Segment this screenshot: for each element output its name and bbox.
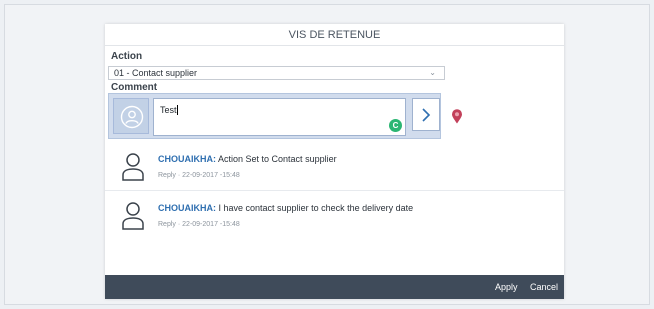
feed-timestamp: 22-09-2017 -15:48 — [182, 172, 240, 179]
comment-input-text: Test — [160, 105, 177, 115]
action-select-value: 01 - Contact supplier — [114, 68, 198, 78]
action-label: Action — [111, 51, 143, 62]
user-icon — [122, 202, 144, 230]
action-select[interactable]: 01 - Contact supplier ⌄ — [108, 66, 445, 80]
feed-author-link[interactable]: CHOUAIKHA: — [158, 203, 216, 213]
reply-link[interactable]: Reply — [158, 221, 176, 228]
map-pin-icon — [452, 109, 462, 124]
comment-label: Comment — [111, 82, 158, 93]
feed-item: CHOUAIKHA: I have contact supplier to ch… — [105, 194, 564, 240]
feed-author-link[interactable]: CHOUAIKHA: — [158, 154, 216, 164]
comment-input[interactable]: Test C — [153, 98, 406, 136]
comment-composer: Test C — [108, 93, 441, 139]
feed-message-text: Action Set to Contact supplier — [218, 154, 337, 164]
dialog-title: VIS DE RETENUE — [105, 24, 564, 46]
dialog-footer: Apply Cancel — [105, 275, 564, 299]
feed-meta: Reply · 22-09-2017 -15:48 — [158, 172, 240, 179]
chevron-right-icon — [422, 108, 431, 122]
meta-separator: · — [177, 221, 181, 228]
send-comment-button[interactable] — [412, 98, 440, 131]
meta-separator: · — [177, 172, 181, 179]
current-user-avatar — [113, 98, 149, 134]
cancel-button[interactable]: Cancel — [530, 275, 558, 299]
feed-message: CHOUAIKHA: I have contact supplier to ch… — [158, 203, 413, 213]
feed-meta: Reply · 22-09-2017 -15:48 — [158, 221, 240, 228]
chevron-down-icon: ⌄ — [429, 68, 436, 77]
apply-button[interactable]: Apply — [495, 275, 518, 299]
text-caret — [176, 105, 178, 115]
location-pin[interactable] — [451, 109, 463, 129]
feed-message: CHOUAIKHA: Action Set to Contact supplie… — [158, 154, 337, 164]
retention-dialog: VIS DE RETENUE Action 01 - Contact suppl… — [105, 24, 564, 299]
reply-link[interactable]: Reply — [158, 172, 176, 179]
status-badge: C — [389, 119, 402, 132]
feed-message-text: I have contact supplier to check the del… — [218, 203, 414, 213]
user-icon — [122, 153, 144, 181]
feed-item: CHOUAIKHA: Action Set to Contact supplie… — [105, 145, 564, 191]
feed-timestamp: 22-09-2017 -15:48 — [182, 221, 240, 228]
user-circle-icon — [120, 105, 144, 129]
